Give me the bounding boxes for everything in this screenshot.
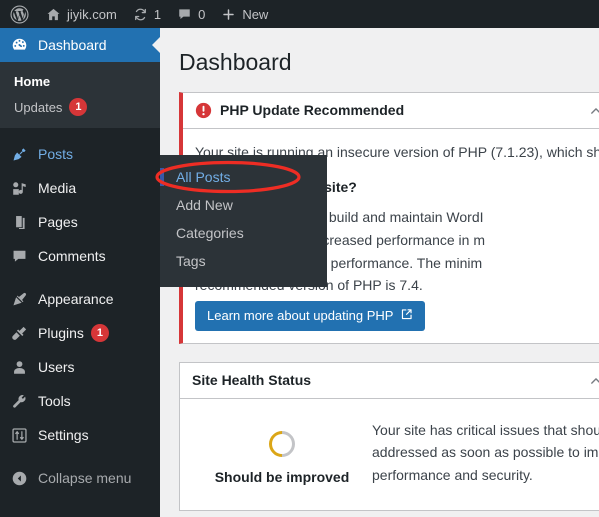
plugin-icon — [9, 323, 29, 343]
sidebar-item-posts-label: Posts — [38, 146, 74, 162]
sidebar-item-pages[interactable]: Pages — [0, 205, 160, 239]
flyout-item-add-new-label: Add New — [176, 197, 233, 213]
plus-icon — [221, 7, 236, 22]
site-health-panel: Site Health Status Should be improved Yo… — [179, 361, 599, 512]
sidebar-item-comments[interactable]: Comments — [0, 239, 160, 273]
site-health-title: Site Health Status — [192, 372, 312, 389]
sidebar-item-appearance[interactable]: Appearance — [0, 282, 160, 316]
learn-more-php-button[interactable]: Learn more about updating PHP — [195, 300, 426, 331]
wordpress-logo-icon — [10, 4, 29, 24]
sidebar-item-comments-label: Comments — [38, 248, 106, 264]
pin-icon — [9, 144, 29, 164]
updates-button[interactable]: 1 — [125, 0, 169, 28]
chevron-up-icon[interactable] — [589, 104, 599, 118]
site-health-header[interactable]: Site Health Status — [180, 363, 599, 399]
menu-separator — [0, 273, 160, 282]
php-notice-title: PHP Update Recommended — [220, 102, 405, 119]
submenu-item-updates[interactable]: Updates 1 — [0, 94, 160, 120]
error-exclamation-icon — [195, 102, 212, 119]
comment-bubble-icon — [177, 7, 192, 22]
collapse-arrow-left-icon — [9, 468, 29, 488]
sidebar-item-posts[interactable]: Posts — [0, 137, 160, 171]
pages-icon — [9, 212, 29, 232]
site-health-desc-line-2: addressed as soon as possible to imp — [372, 444, 599, 461]
sidebar-item-dashboard[interactable]: Dashboard — [0, 28, 160, 62]
collapse-menu-label: Collapse menu — [38, 470, 132, 486]
paintbrush-icon — [9, 289, 29, 309]
user-icon — [9, 357, 29, 377]
flyout-item-all-posts[interactable]: All Posts — [160, 163, 327, 191]
flyout-item-categories[interactable]: Categories — [160, 219, 327, 247]
dashboard-submenu: Home Updates 1 — [0, 62, 160, 128]
site-name-button[interactable]: jiyik.com — [38, 0, 125, 28]
sidebar-item-settings-label: Settings — [38, 427, 89, 443]
admin-sidebar-menu: Dashboard Home Updates 1 Posts Media Pag… — [0, 28, 160, 517]
site-health-description: Your site has critical issues that shou … — [372, 415, 599, 500]
home-icon — [46, 7, 61, 22]
media-icon — [9, 178, 29, 198]
sidebar-item-pages-label: Pages — [38, 214, 78, 230]
page-title: Dashboard — [179, 49, 292, 75]
updates-count: 1 — [153, 6, 162, 22]
sidebar-item-users[interactable]: Users — [0, 350, 160, 384]
comment-bubble-icon — [9, 246, 29, 266]
updates-badge: 1 — [69, 98, 88, 116]
sidebar-item-plugins[interactable]: Plugins 1 — [0, 316, 160, 350]
sidebar-item-media-label: Media — [38, 180, 77, 196]
submenu-item-home[interactable]: Home — [0, 68, 160, 94]
active-indicator-bar — [160, 168, 164, 186]
new-content-button[interactable]: New — [213, 0, 276, 28]
flyout-item-all-posts-label: All Posts — [176, 169, 231, 185]
external-link-icon — [400, 308, 413, 324]
updates-icon — [133, 7, 148, 22]
flyout-item-categories-label: Categories — [176, 225, 244, 241]
plugins-badge: 1 — [90, 324, 109, 342]
menu-separator — [0, 128, 160, 137]
site-health-body: Should be improved Your site has critica… — [180, 399, 599, 510]
php-notice-header[interactable]: PHP Update Recommended — [183, 93, 599, 129]
sidebar-item-media[interactable]: Media — [0, 171, 160, 205]
comments-count: 0 — [198, 6, 206, 22]
comments-button[interactable]: 0 — [169, 0, 213, 28]
sidebar-item-tools[interactable]: Tools — [0, 384, 160, 418]
site-health-status-label: Should be improved — [214, 468, 350, 485]
sidebar-item-users-label: Users — [38, 359, 75, 375]
wordpress-admin-screen: jiyik.com 1 0 New Dashboard Home Updates… — [0, 0, 599, 517]
learn-more-php-label: Learn more about updating PHP — [207, 308, 394, 324]
sliders-icon — [9, 425, 29, 445]
flyout-item-tags[interactable]: Tags — [160, 247, 327, 275]
sidebar-item-appearance-label: Appearance — [38, 291, 114, 307]
site-name-label: jiyik.com — [67, 6, 117, 22]
sidebar-item-dashboard-label: Dashboard — [38, 37, 107, 53]
site-health-desc-line-3: performance and security. — [372, 466, 533, 483]
admin-bar: jiyik.com 1 0 New — [0, 0, 599, 28]
submenu-item-updates-label: Updates — [14, 99, 63, 115]
site-health-status-block: Should be improved — [192, 415, 372, 500]
sidebar-item-settings[interactable]: Settings — [0, 418, 160, 452]
wordpress-logo-button[interactable] — [0, 0, 38, 28]
posts-flyout-submenu: All Posts Add New Categories Tags — [160, 155, 327, 287]
menu-separator — [0, 452, 160, 461]
wrench-icon — [9, 391, 29, 411]
dashboard-gauge-icon — [9, 35, 29, 55]
chevron-up-icon[interactable] — [589, 374, 599, 388]
new-content-label: New — [242, 6, 269, 22]
site-health-desc-line-1: Your site has critical issues that shou — [372, 421, 599, 438]
sidebar-item-tools-label: Tools — [38, 393, 71, 409]
flyout-item-tags-label: Tags — [176, 253, 206, 269]
progress-donut-icon — [263, 425, 301, 463]
submenu-item-home-label: Home — [14, 73, 51, 89]
flyout-item-add-new[interactable]: Add New — [160, 191, 327, 219]
sidebar-item-plugins-label: Plugins — [38, 325, 84, 341]
collapse-menu-button[interactable]: Collapse menu — [0, 461, 160, 495]
